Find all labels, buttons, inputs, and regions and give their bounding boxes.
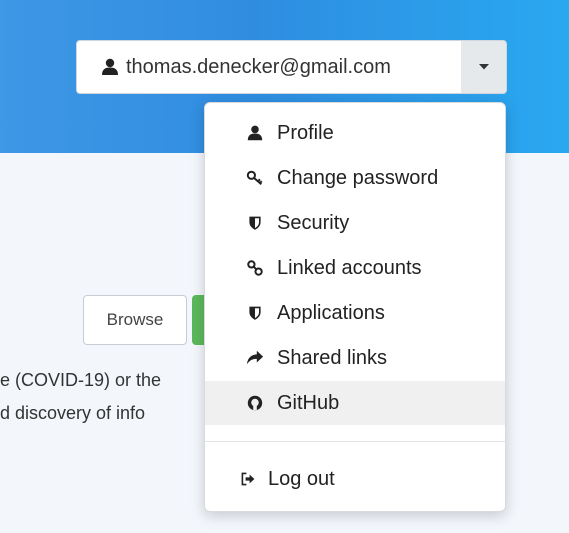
menu-item-label: Profile xyxy=(277,121,334,144)
menu-item-label: Linked accounts xyxy=(277,256,422,279)
menu-item-label: GitHub xyxy=(277,391,340,414)
menu-divider xyxy=(205,441,505,442)
menu-item-label: Shared links xyxy=(277,346,388,369)
menu-item-log-out[interactable]: Log out xyxy=(205,457,505,501)
user-email: thomas.denecker@gmail.com xyxy=(126,55,391,78)
link-icon xyxy=(245,258,265,278)
shield-icon xyxy=(245,213,265,233)
menu-item-profile[interactable]: Profile xyxy=(205,111,505,155)
menu-item-label: Change password xyxy=(277,166,439,189)
menu-item-label: Log out xyxy=(268,467,335,490)
menu-item-label: Applications xyxy=(277,301,385,324)
share-icon xyxy=(245,348,265,368)
github-icon xyxy=(245,393,265,413)
sign-out-icon xyxy=(238,469,258,489)
menu-item-linked-accounts[interactable]: Linked accounts xyxy=(205,246,505,290)
key-icon xyxy=(245,168,265,188)
user-account-button[interactable]: thomas.denecker@gmail.com xyxy=(76,40,462,94)
shield-icon xyxy=(245,303,265,323)
browse-button[interactable]: Browse xyxy=(83,295,187,345)
menu-item-security[interactable]: Security xyxy=(205,201,505,245)
user-icon xyxy=(245,123,265,143)
menu-item-shared-links[interactable]: Shared links xyxy=(205,336,505,380)
account-dropdown-toggle[interactable] xyxy=(461,40,507,94)
menu-item-applications[interactable]: Applications xyxy=(205,291,505,335)
caret-down-icon xyxy=(478,58,490,76)
menu-item-label: Security xyxy=(277,211,350,234)
account-dropdown-menu: Profile Change password Security Linked … xyxy=(204,102,506,512)
menu-item-change-password[interactable]: Change password xyxy=(205,156,505,200)
menu-item-github[interactable]: GitHub xyxy=(205,381,505,425)
user-icon xyxy=(100,57,120,77)
